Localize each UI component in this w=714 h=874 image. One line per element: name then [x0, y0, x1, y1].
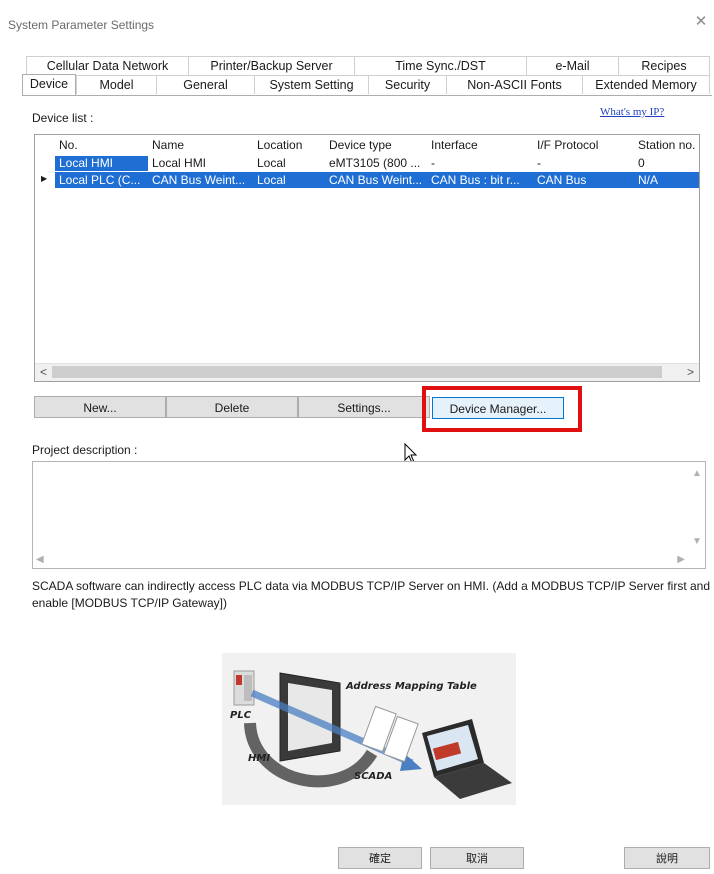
tab-row-front: Device Model General System Setting Secu… — [22, 74, 710, 95]
cell-location[interactable]: Local — [257, 156, 327, 171]
cell-station-no[interactable]: 0 — [638, 156, 698, 171]
highlight-box — [422, 386, 582, 432]
tab-e-mail[interactable]: e-Mail — [526, 56, 618, 75]
diagram-label-hmi: HMI — [248, 753, 270, 764]
cell-name[interactable]: CAN Bus Weint... — [152, 173, 254, 188]
scroll-down-icon[interactable]: ▼ — [692, 536, 702, 547]
scroll-right-icon[interactable]: > — [682, 365, 699, 380]
scada-gateway-diagram: Address Mapping Table PLC HMI SCADA — [222, 653, 516, 805]
cancel-button[interactable]: 取消 — [430, 847, 524, 869]
cell-device-type[interactable]: CAN Bus Weint... — [329, 173, 427, 188]
scroll-left-icon[interactable]: < — [35, 365, 52, 380]
tab-general[interactable]: General — [156, 75, 254, 94]
delete-button[interactable]: Delete — [166, 396, 298, 418]
column-header-no[interactable]: No. — [59, 138, 78, 152]
horizontal-scrollbar[interactable]: ◀ ▶ — [33, 551, 705, 568]
window-title: System Parameter Settings — [8, 18, 155, 32]
new-button[interactable]: New... — [34, 396, 166, 418]
tab-device[interactable]: Device — [22, 74, 76, 95]
tab-security[interactable]: Security — [368, 75, 446, 94]
row-header — [35, 155, 55, 171]
cell-no[interactable]: Local HMI — [55, 156, 148, 171]
vertical-scrollbar[interactable]: ▲ ▼ — [688, 462, 705, 550]
diagram-illustration: Address Mapping Table PLC HMI SCADA — [230, 670, 512, 799]
tab-extended-memory[interactable]: Extended Memory — [582, 75, 710, 94]
whats-my-ip-link[interactable]: What's my IP? — [600, 106, 664, 118]
tab-non-ascii-fonts[interactable]: Non-ASCII Fonts — [446, 75, 582, 94]
cell-no[interactable]: Local PLC (C... — [59, 173, 148, 188]
device-list-grid[interactable]: No. Name Location Device type Interface … — [34, 134, 700, 382]
tab-model[interactable]: Model — [76, 75, 156, 94]
ok-button[interactable]: 確定 — [338, 847, 422, 869]
scroll-up-icon[interactable]: ▲ — [692, 468, 702, 479]
modbus-gateway-note: SCADA software can indirectly access PLC… — [32, 579, 711, 610]
scroll-thumb[interactable] — [52, 366, 662, 378]
tab-recipes[interactable]: Recipes — [618, 56, 710, 75]
cell-interface[interactable]: - — [431, 156, 533, 171]
diagram-label-address-mapping: Address Mapping Table — [345, 681, 477, 692]
column-header-station-no[interactable]: Station no. — [638, 138, 695, 152]
scroll-right-icon[interactable]: ▶ — [677, 554, 685, 565]
close-icon[interactable]: ✕ — [694, 14, 708, 29]
tab-printer-backup-server[interactable]: Printer/Backup Server — [188, 56, 354, 75]
scroll-left-icon[interactable]: ◀ — [36, 554, 44, 565]
column-header-if-protocol[interactable]: I/F Protocol — [537, 138, 598, 152]
tab-time-sync-dst[interactable]: Time Sync./DST — [354, 56, 526, 75]
cell-device-type[interactable]: eMT3105 (800 ... — [329, 156, 427, 171]
plc-device-icon — [233, 670, 255, 706]
system-parameter-settings-dialog: System Parameter Settings ✕ Cellular Dat… — [0, 0, 714, 874]
current-row-marker-icon: ▶ — [41, 174, 48, 183]
column-header-device-type[interactable]: Device type — [329, 138, 392, 152]
project-description-field[interactable]: ▲ ▼ ◀ ▶ — [32, 461, 706, 569]
cell-location[interactable]: Local — [257, 173, 327, 188]
tab-row-back: Cellular Data Network Printer/Backup Ser… — [26, 56, 710, 76]
table-row[interactable]: ▶ Local PLC (C... CAN Bus Weint... Local… — [35, 172, 699, 188]
cell-name[interactable]: Local HMI — [152, 156, 254, 171]
diagram-label-plc: PLC — [230, 710, 252, 721]
cell-if-protocol[interactable]: CAN Bus — [537, 173, 635, 188]
scada-laptop-icon — [422, 719, 512, 799]
tab-system-setting[interactable]: System Setting — [254, 75, 368, 94]
device-list-label: Device list : — [32, 111, 94, 125]
column-header-location[interactable]: Location — [257, 138, 302, 152]
row-header: ▶ — [35, 172, 55, 188]
horizontal-scrollbar[interactable]: < > — [35, 363, 699, 381]
grid-header: No. Name Location Device type Interface … — [35, 135, 699, 155]
cell-interface[interactable]: CAN Bus : bit r... — [431, 173, 533, 188]
tab-cellular-data-network[interactable]: Cellular Data Network — [26, 56, 188, 75]
title-bar: System Parameter Settings ✕ — [0, 0, 714, 40]
column-header-name[interactable]: Name — [152, 138, 184, 152]
cell-station-no[interactable]: N/A — [638, 173, 698, 188]
diagram-label-scada: SCADA — [354, 771, 392, 782]
settings-button[interactable]: Settings... — [298, 396, 430, 418]
project-description-label: Project description : — [32, 443, 138, 457]
table-row[interactable]: Local HMI Local HMI Local eMT3105 (800 .… — [35, 155, 699, 171]
cell-if-protocol[interactable]: - — [537, 156, 635, 171]
help-button[interactable]: 說明 — [624, 847, 710, 869]
column-header-interface[interactable]: Interface — [431, 138, 478, 152]
